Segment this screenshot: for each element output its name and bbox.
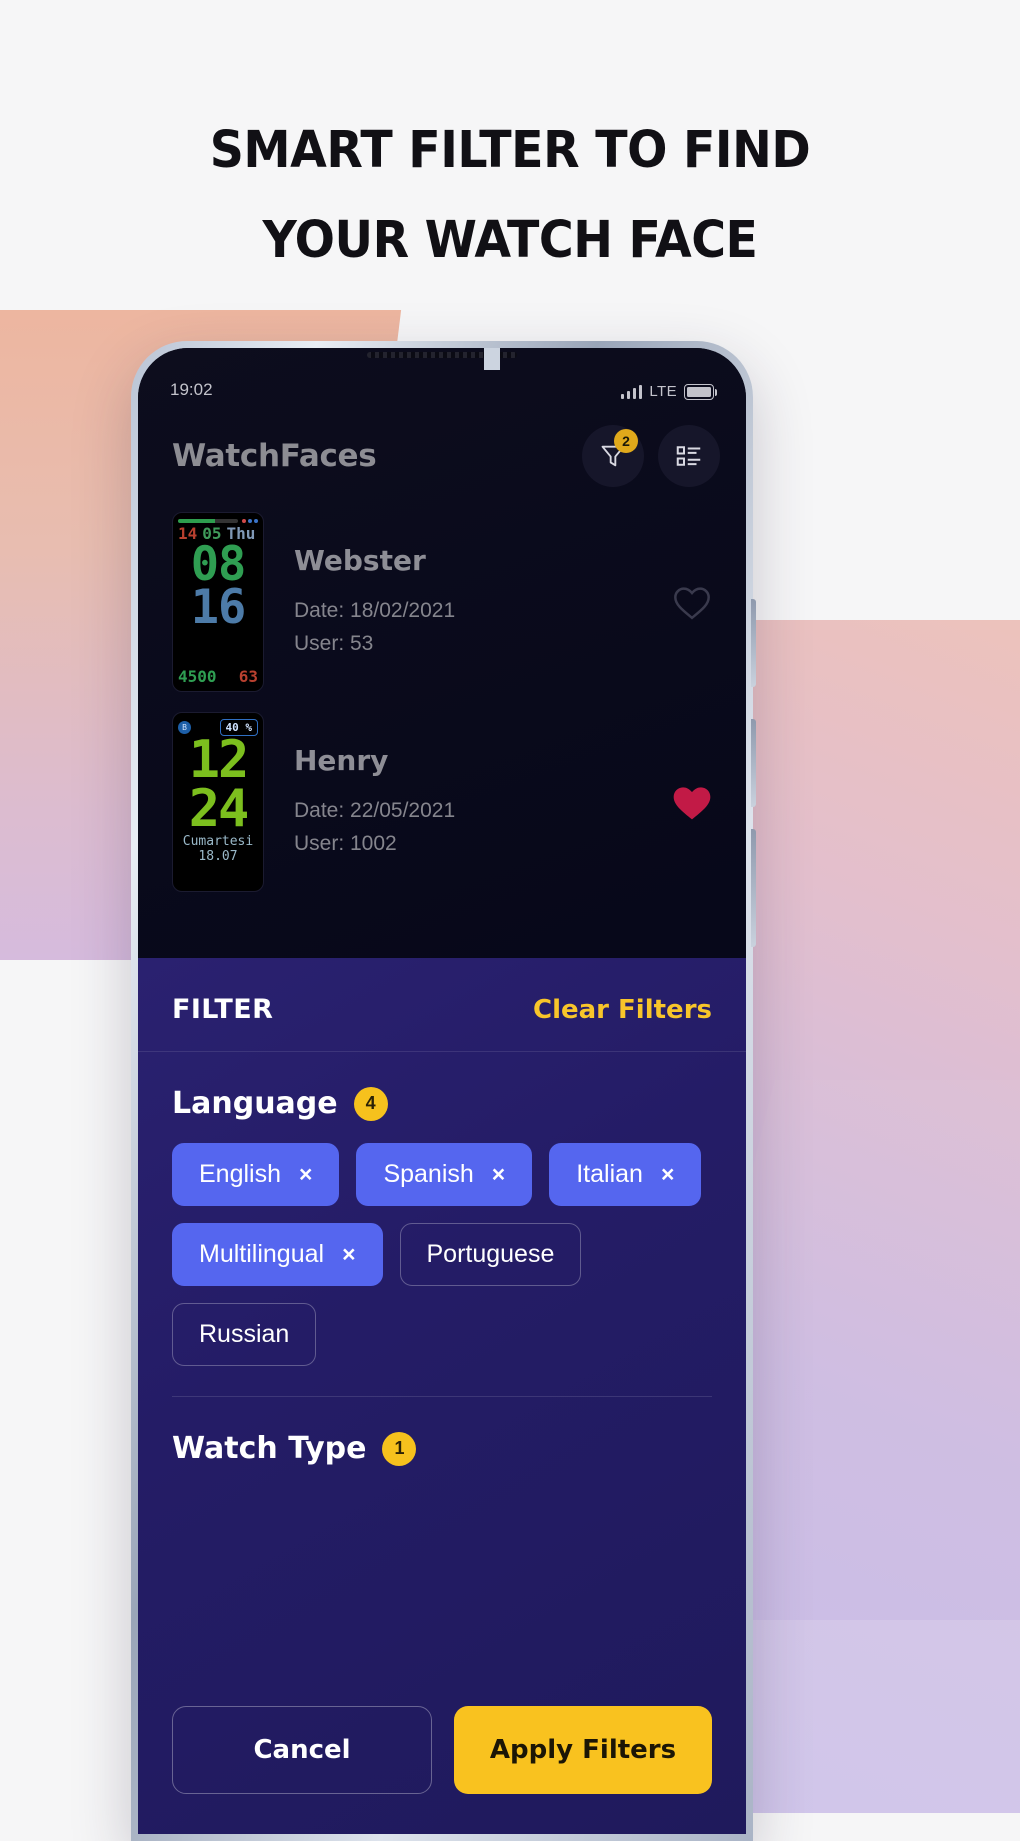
filter-sheet-header: FILTER Clear Filters — [138, 958, 746, 1052]
chip-remove-icon[interactable]: × — [492, 1163, 505, 1186]
filter-group-title: Watch Type — [172, 1431, 367, 1466]
watch-face-users: User: 1002 — [294, 831, 397, 855]
phone-screen-bezel: 19:02 LTE WatchFaces 2 14 05 Thu 08 16 4… — [138, 348, 746, 1834]
favorite-button[interactable] — [666, 583, 718, 621]
status-bar-time: 19:02 — [170, 380, 213, 399]
language-chip-group: English × Spanish × Italian × Multilingu… — [172, 1143, 712, 1366]
preview-steps: 4500 — [178, 667, 217, 686]
apply-filters-button[interactable]: Apply Filters — [454, 1706, 712, 1794]
network-type-label: LTE — [649, 383, 677, 400]
chip-label: Multilingual — [199, 1240, 325, 1268]
headline-line-2: YOUR WATCH FACE — [262, 211, 758, 270]
filter-group-header-language: Language 4 — [172, 1086, 712, 1121]
watch-face-info: Henry Date: 22/05/2021 User: 1002 — [294, 744, 636, 860]
filter-group-count-badge: 1 — [382, 1431, 417, 1466]
phone-power-button[interactable] — [751, 829, 756, 947]
app-bar: WatchFaces 2 — [138, 410, 746, 502]
chip-english[interactable]: English × — [172, 1143, 340, 1206]
app-screen: 19:02 LTE WatchFaces 2 14 05 Thu 08 16 4… — [138, 348, 746, 1834]
preview-big-top: 12 — [188, 730, 250, 790]
page-headline: SMART FILTER TO FIND YOUR WATCH FACE — [36, 106, 985, 286]
chip-label: English — [199, 1160, 281, 1188]
preview-bottom-row: 4500 63 — [178, 667, 258, 686]
filter-count-badge: 2 — [614, 429, 638, 453]
watch-face-users: User: 53 — [294, 631, 374, 655]
phone-volume-up-button[interactable] — [751, 599, 756, 687]
preview-date: 18.07 — [198, 848, 238, 864]
watch-face-preview: B 40 % 12 24 Cumartesi 18.07 — [172, 712, 264, 892]
watch-face-date: Date: 22/05/2021 — [294, 798, 456, 822]
phone-mockup: 19:02 LTE WatchFaces 2 14 05 Thu 08 16 4… — [131, 341, 756, 1841]
filter-sheet-footer: Cancel Apply Filters — [138, 1682, 746, 1834]
watch-face-preview: 14 05 Thu 08 16 4500 63 — [172, 512, 264, 692]
watch-face-list-item[interactable]: B 40 % 12 24 Cumartesi 18.07 Henry Date:… — [138, 702, 746, 902]
filter-group-header-watch-type: Watch Type 1 — [172, 1431, 712, 1466]
chip-remove-icon[interactable]: × — [661, 1163, 674, 1186]
filter-group-divider — [172, 1396, 712, 1397]
filter-sheet-title: FILTER — [172, 994, 274, 1025]
chip-label: Spanish — [383, 1160, 474, 1188]
watch-face-name: Henry — [294, 743, 389, 777]
heart-outline-icon — [674, 587, 710, 620]
preview-heart-rate: 63 — [238, 667, 258, 686]
filter-group-count-badge: 4 — [353, 1086, 388, 1121]
signal-strength-icon — [620, 384, 643, 399]
preview-dots-icon — [242, 519, 258, 523]
chip-remove-icon[interactable]: × — [299, 1163, 312, 1186]
battery-icon — [684, 383, 717, 400]
favorite-button[interactable] — [666, 781, 718, 823]
filter-sheet: FILTER Clear Filters Language 4 English … — [138, 958, 746, 1834]
chip-russian[interactable]: Russian — [172, 1303, 317, 1366]
phone-volume-down-button[interactable] — [751, 719, 756, 807]
watch-face-name: Webster — [294, 543, 426, 577]
filter-group-title: Language — [172, 1086, 338, 1121]
preview-big-bottom: 16 — [190, 579, 247, 635]
preview-big-bottom: 24 — [188, 779, 250, 840]
heart-filled-icon — [673, 787, 711, 820]
app-title: WatchFaces — [172, 438, 377, 474]
list-view-button[interactable] — [658, 425, 720, 487]
chip-spanish[interactable]: Spanish × — [356, 1143, 533, 1206]
chip-remove-icon[interactable]: × — [342, 1243, 355, 1266]
preview-day: Cumartesi — [182, 833, 254, 849]
watch-face-date: Date: 18/02/2021 — [294, 598, 456, 622]
list-view-icon — [676, 446, 701, 466]
filter-sheet-body: Language 4 English × Spanish × Italian ×… — [138, 1052, 746, 1682]
watch-face-list-item[interactable]: 14 05 Thu 08 16 4500 63 Webster Date: 18… — [138, 502, 746, 702]
phone-notch-accent — [484, 348, 500, 370]
chip-portuguese[interactable]: Portuguese — [399, 1223, 582, 1286]
preview-status-row — [178, 519, 258, 523]
chip-italian[interactable]: Italian × — [549, 1143, 702, 1206]
status-bar-indicators: LTE — [620, 383, 717, 400]
chip-label: Russian — [199, 1320, 290, 1348]
chip-label: Italian — [576, 1160, 643, 1188]
chip-multilingual[interactable]: Multilingual × — [172, 1223, 383, 1286]
clear-filters-button[interactable]: Clear Filters — [533, 995, 712, 1025]
watch-face-info: Webster Date: 18/02/2021 User: 53 — [294, 544, 636, 660]
headline-line-1: SMART FILTER TO FIND — [209, 121, 811, 180]
cancel-button[interactable]: Cancel — [172, 1706, 432, 1794]
filter-button[interactable]: 2 — [582, 425, 644, 487]
preview-progress-bar — [178, 519, 238, 523]
chip-label: Portuguese — [426, 1240, 555, 1268]
